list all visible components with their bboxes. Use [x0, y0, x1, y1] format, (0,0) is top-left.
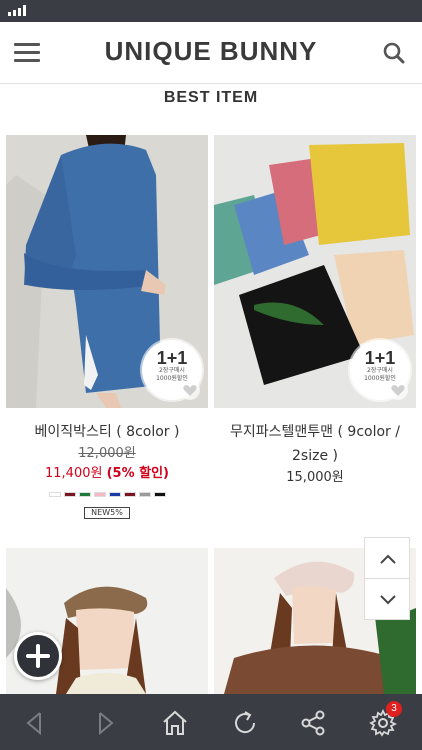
- color-swatch: [123, 492, 136, 497]
- product-name[interactable]: 무지파스텔맨투맨 ( 9color / 2size ): [214, 420, 416, 468]
- color-swatch: [93, 492, 106, 497]
- add-floating-button[interactable]: [14, 632, 62, 680]
- bottom-navigation: 3: [0, 694, 422, 750]
- discount-rate: (5% 할인): [106, 466, 169, 481]
- notification-badge: 3: [386, 701, 402, 717]
- home-icon[interactable]: [160, 708, 190, 738]
- color-swatch: [153, 492, 166, 497]
- color-swatch: [63, 492, 76, 497]
- scroll-bottom-button[interactable]: [364, 578, 410, 620]
- wishlist-heart-icon[interactable]: [388, 380, 408, 400]
- refresh-icon[interactable]: [230, 708, 260, 738]
- product-card[interactable]: 1+1 2장구매시 1000원할인 베이직박스티 ( 8color ) 12,0…: [6, 135, 208, 519]
- forward-arrow-icon[interactable]: [90, 708, 120, 738]
- product-card[interactable]: 1+1 2장구매시 1000원할인 무지파스텔맨투맨 ( 9color / 2s…: [214, 135, 416, 488]
- scroll-top-button[interactable]: [364, 537, 410, 579]
- gear-icon[interactable]: 3: [368, 701, 402, 738]
- search-icon[interactable]: [382, 41, 406, 65]
- product-price: 15,000원: [286, 470, 344, 485]
- status-bar: [0, 0, 422, 22]
- wishlist-heart-icon[interactable]: [180, 380, 200, 400]
- plus-icon: [26, 644, 50, 668]
- product-image[interactable]: 1+1 2장구매시 1000원할인: [214, 135, 416, 408]
- share-icon[interactable]: [298, 708, 328, 738]
- new-discount-tag: NEW5%: [84, 507, 130, 519]
- chevron-down-icon: [380, 595, 396, 605]
- color-swatch: [78, 492, 91, 497]
- back-arrow-icon[interactable]: [20, 708, 50, 738]
- chevron-up-icon: [380, 554, 396, 564]
- app-header: UNIQUE BUNNY: [0, 22, 422, 84]
- original-price: 12,000원: [78, 446, 136, 461]
- brand-logo[interactable]: UNIQUE BUNNY: [0, 36, 422, 67]
- section-title: BEST ITEM: [163, 89, 259, 106]
- color-swatches: [6, 492, 208, 497]
- color-swatch: [48, 492, 61, 497]
- color-swatch: [108, 492, 121, 497]
- sale-price: 11,400원 (5% 할인): [45, 466, 169, 481]
- product-name[interactable]: 베이직박스티 ( 8color ): [6, 420, 208, 444]
- signal-strength-icon: [8, 5, 26, 16]
- color-swatch: [138, 492, 151, 497]
- product-image[interactable]: 1+1 2장구매시 1000원할인: [6, 135, 208, 408]
